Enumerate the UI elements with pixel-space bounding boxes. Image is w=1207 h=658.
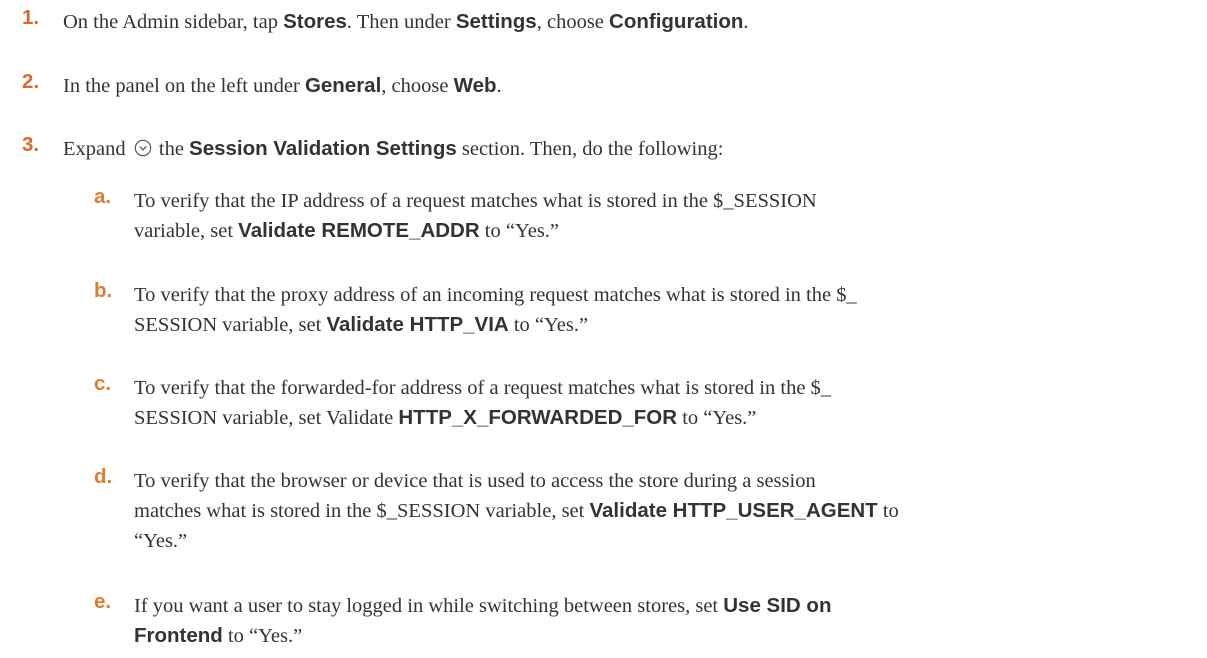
- substep-line: To verify that the browser or device tha…: [134, 470, 816, 492]
- ui-term-session-validation-settings: Session Validation Settings: [189, 137, 457, 160]
- substep-letter: d.: [94, 465, 113, 488]
- ui-term-frontend: Frontend: [134, 624, 223, 647]
- ui-term-validate-http-user-agent: Validate HTTP_USER_AGENT: [589, 499, 878, 522]
- ui-term-http-x-forwarded-for: HTTP_X_FORWARDED_FOR: [398, 406, 678, 429]
- ui-term-web: Web: [453, 74, 497, 97]
- step-number: 1.: [22, 6, 40, 29]
- ui-term-stores: Stores: [283, 10, 347, 33]
- substep-line: “Yes.”: [134, 530, 188, 552]
- substep-letter: e.: [94, 590, 112, 613]
- substep-letter: a.: [94, 185, 112, 208]
- ui-term-configuration: Configuration: [609, 10, 744, 33]
- substep-line: To verify that the IP address of a reque…: [134, 190, 817, 212]
- substep-letter: b.: [94, 279, 113, 302]
- ui-term-settings: Settings: [455, 10, 537, 33]
- ui-term-validate-http-via: Validate HTTP_VIA: [326, 313, 509, 336]
- ui-term-validate-remote-addr: Validate REMOTE_ADDR: [238, 219, 480, 242]
- ui-term-use-sid-on: Use SID on: [723, 594, 832, 617]
- document-page: 1. On the Admin sidebar, tap Stores. The…: [0, 0, 1207, 658]
- substep-line: SESSION variable, set Validate HTTP_X_FO…: [134, 406, 757, 429]
- ui-term-general: General: [304, 74, 382, 97]
- step-number: 3.: [22, 133, 40, 156]
- substep-line: Frontend to “Yes.”: [134, 624, 303, 647]
- substep-line: variable, set Validate REMOTE_ADDR to “Y…: [134, 219, 560, 242]
- substep-line: matches what is stored in the $_SESSION …: [134, 499, 899, 522]
- substep-line: SESSION variable, set Validate HTTP_VIA …: [134, 313, 589, 336]
- step-text: Expand the Session Validation Settings s…: [63, 137, 724, 160]
- expand-circle-chevron-icon: [134, 139, 151, 157]
- substep-line: To verify that the forwarded-for address…: [134, 377, 832, 399]
- step-text: On the Admin sidebar, tap Stores. Then u…: [63, 10, 749, 33]
- substep-line: To verify that the proxy address of an i…: [134, 284, 857, 306]
- step-number: 2.: [22, 70, 40, 93]
- substep-line: If you want a user to stay logged in whi…: [134, 594, 832, 617]
- step-text: In the panel on the left under General, …: [63, 74, 502, 97]
- substep-letter: c.: [94, 372, 112, 395]
